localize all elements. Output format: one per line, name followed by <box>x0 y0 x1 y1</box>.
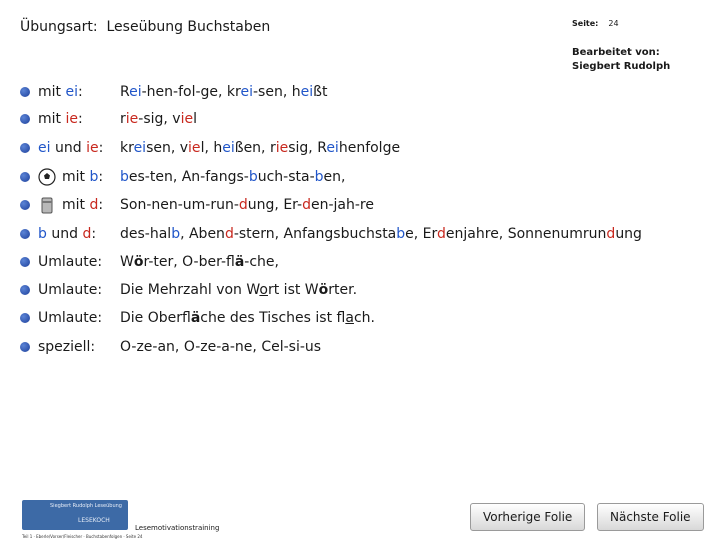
exercise-label: ei und ie: <box>38 140 104 156</box>
exercise-row: mit b: bes-ten, An-fangs-buch-sta-ben, <box>20 166 345 188</box>
exercise-row: Umlaute: Die Oberfläche des Tisches ist f… <box>20 307 375 329</box>
exercise-label: mit ei: <box>38 84 83 100</box>
bullet-icon <box>20 342 30 352</box>
previous-slide-button[interactable]: Vorherige Folie <box>470 503 586 531</box>
exercise-words: Die Oberfläche des Tisches ist flach. <box>120 310 375 326</box>
footer-source: Teil 1 · Eberle/Vorser/Fleischer · Buchs… <box>22 534 143 539</box>
exercise-words: Die Mehrzahl von Wort ist Wörter. <box>120 282 358 298</box>
exercise-label: Umlaute: <box>38 310 103 326</box>
page-title: Übungsart: Leseübung Buchstaben <box>20 19 271 35</box>
exercise-row: b und d: des-halb, Abend-stern, Anfangsbu… <box>20 223 642 245</box>
bullet-icon <box>20 114 30 124</box>
exercise-row: speziell: O-ze-an, O-ze-a-ne, Cel-si-us <box>20 336 321 358</box>
exercise-row: mit ie: rie-sig, viel <box>20 108 197 130</box>
exercise-words: Wör-ter, O-ber-flä-che, <box>120 254 279 270</box>
author-block: Bearbeitet von: Siegbert Rudolph <box>572 46 670 74</box>
exercise-words: O-ze-an, O-ze-a-ne, Cel-si-us <box>120 339 322 355</box>
page-number-block: Seite: 24 <box>572 19 619 28</box>
page-label: Seite: <box>572 19 599 28</box>
bullet-icon <box>20 229 30 239</box>
exercise-words: des-halb, Abend-stern, Anfangsbuchstabe,… <box>120 226 642 242</box>
exercise-label: mit b: <box>38 168 120 186</box>
bullet-icon <box>20 313 30 323</box>
exercise-label: speziell: <box>38 339 96 355</box>
edited-by-label: Bearbeitet von: <box>572 47 660 58</box>
exercise-words: Son-nen-um-run-dung, Er-den-jah-re <box>120 197 374 213</box>
tin-can-icon <box>38 196 56 214</box>
exercise-label: Umlaute: <box>38 254 103 270</box>
footer-title: Lesemotivationstraining <box>135 524 220 532</box>
exercise-row: Umlaute: Wör-ter, O-ber-flä-che, <box>20 251 279 273</box>
bullet-icon <box>20 87 30 97</box>
exercise-row: Umlaute: Die Mehrzahl von Wort ist Wörter… <box>20 279 357 301</box>
exercise-label: b und d: <box>38 226 97 242</box>
exercise-row: mit d: Son-nen-um-run-dung, Er-den-jah-re <box>20 194 374 216</box>
bullet-icon <box>20 143 30 153</box>
page-number: 24 <box>608 19 619 28</box>
football-icon <box>38 168 56 186</box>
exercise-label: mit ie: <box>38 111 83 127</box>
bullet-icon <box>20 172 30 182</box>
exercise-words: rie-sig, viel <box>120 111 197 127</box>
author-name: Siegbert Rudolph <box>572 61 671 72</box>
bullet-icon <box>20 200 30 210</box>
next-slide-button[interactable]: Nächste Folie <box>597 503 704 531</box>
exercise-label: Umlaute: <box>38 282 103 298</box>
exercise-label: mit d: <box>38 196 120 214</box>
exercise-row: ei und ie: kreisen, viel, heißen, riesig,… <box>20 137 400 159</box>
exercise-words: Rei-hen-fol-ge, krei-sen, heißt <box>120 84 328 100</box>
publisher-logo: Siegbert Rudolph Leseübung LESEKOCH <box>22 500 128 530</box>
bullet-icon <box>20 285 30 295</box>
exercise-words: kreisen, viel, heißen, riesig, Reihenfol… <box>120 140 401 156</box>
exercise-row: mit ei: Rei-hen-fol-ge, krei-sen, heißt <box>20 81 327 103</box>
exercise-words: bes-ten, An-fangs-buch-sta-ben, <box>120 169 346 185</box>
bullet-icon <box>20 257 30 267</box>
